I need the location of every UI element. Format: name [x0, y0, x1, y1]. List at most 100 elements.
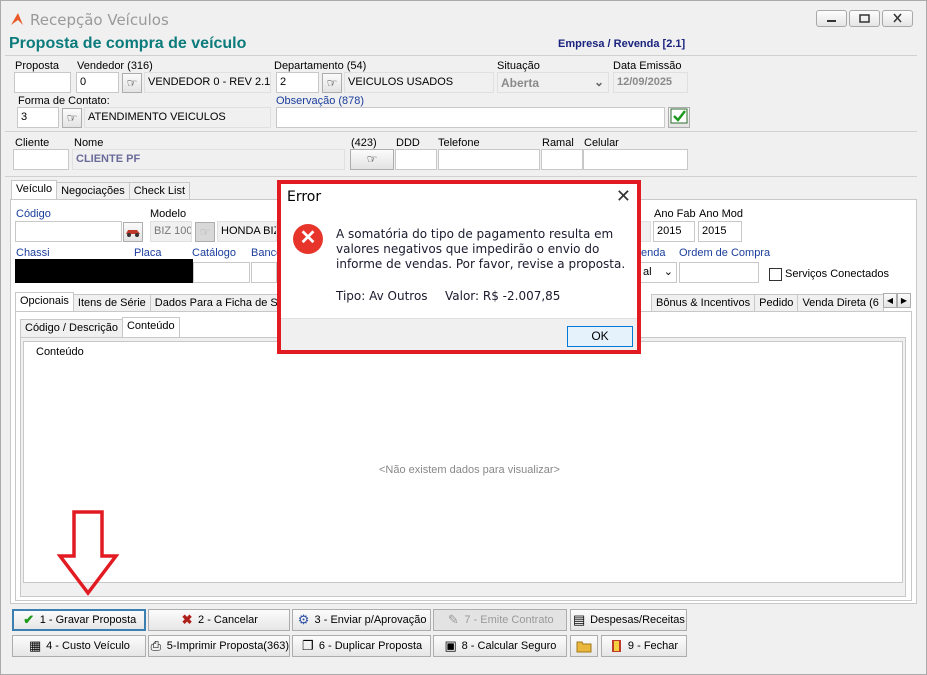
- cliente-search-button[interactable]: ☞: [350, 149, 394, 170]
- pointing-hand-icon: ☞: [199, 225, 211, 239]
- vendedor-search-button[interactable]: ☞: [122, 73, 142, 93]
- ano-fab-input[interactable]: 2015: [653, 221, 695, 242]
- car-search-button[interactable]: [123, 222, 143, 242]
- ano-mod-input[interactable]: 2015: [698, 221, 742, 242]
- car-icon: [126, 230, 140, 237]
- situacao-select[interactable]: Aberta ⌄: [497, 72, 609, 93]
- data-emissao-field: 12/09/2025: [613, 72, 688, 93]
- emite-contrato-label: 7 - Emite Contrato: [464, 614, 554, 626]
- tab-conteudo[interactable]: Conteúdo: [121, 317, 180, 337]
- ramal-input[interactable]: [541, 149, 583, 170]
- departamento-code-input[interactable]: 2: [276, 72, 319, 93]
- title-bar: Recepção Veículos: [1, 1, 926, 35]
- modelo-label: Modelo: [150, 208, 187, 220]
- data-emissao-label: Data Emissão: [613, 60, 682, 72]
- tab-scroll-left-button[interactable]: ◀: [883, 293, 897, 308]
- ddd-input[interactable]: [395, 149, 437, 170]
- chassi-label: Chassi: [16, 247, 50, 259]
- pointing-hand-icon: ☞: [66, 111, 78, 125]
- celular-label: Celular: [584, 137, 619, 149]
- modelo-name-field: HONDA BIZ: [217, 221, 277, 242]
- window-title: Recepção Veículos: [30, 11, 169, 29]
- calcular-seguro-button[interactable]: ▣ 8 - Calcular Seguro: [433, 635, 567, 657]
- emite-contrato-button[interactable]: ✎ 7 - Emite Contrato: [433, 609, 567, 631]
- dialog-footer: OK: [281, 318, 637, 350]
- confirm-observacao-button[interactable]: [668, 107, 690, 128]
- tab-dados-ficha[interactable]: Dados Para a Ficha de Se: [149, 294, 289, 312]
- ok-button[interactable]: OK: [567, 326, 633, 347]
- error-icon: ✕: [293, 224, 323, 254]
- catalogo-input[interactable]: [193, 262, 250, 283]
- forma-contato-code-input[interactable]: 3: [17, 107, 59, 128]
- telefone-input[interactable]: [438, 149, 540, 170]
- main-tabs: Veículo Negociações Check List: [11, 180, 191, 200]
- tab-veiculo[interactable]: Veículo: [11, 180, 58, 200]
- cancelar-label: 2 - Cancelar: [198, 614, 258, 626]
- divider: [5, 131, 917, 132]
- tab-itens-serie[interactable]: Itens de Série: [72, 294, 151, 312]
- despesas-receitas-button[interactable]: ▤ Despesas/Receitas: [570, 609, 687, 631]
- celular-input[interactable]: [583, 149, 688, 170]
- imprimir-proposta-label: 5-Imprimir Proposta(363): [166, 640, 289, 652]
- tab-negociacoes[interactable]: Negociações: [56, 182, 130, 200]
- ano-mod-label: Ano Mod: [699, 208, 744, 220]
- ddd-label: DDD: [396, 137, 420, 149]
- proposta-input[interactable]: [14, 72, 71, 93]
- pointing-hand-icon: ☞: [126, 76, 138, 90]
- nome-label: Nome: [74, 137, 104, 149]
- duplicar-proposta-button[interactable]: ❐ 6 - Duplicar Proposta: [292, 635, 431, 657]
- restore-icon: [859, 14, 870, 23]
- minimize-icon: [827, 20, 836, 22]
- dialog-body: ✕ A somatória do tipo de pagamento resul…: [281, 210, 637, 318]
- open-folder-button[interactable]: [570, 635, 598, 657]
- modelo-search-button[interactable]: ☞: [195, 222, 215, 242]
- exit-icon: [610, 639, 624, 653]
- contract-icon: ✎: [447, 612, 459, 627]
- sub-tabs-left: Opcionais Itens de Série Dados Para a Fi…: [15, 292, 289, 312]
- dialog-close-button[interactable]: ✕: [616, 186, 631, 207]
- ano-fab-label: Ano Fab: [654, 208, 696, 220]
- tab-scroll-right-button[interactable]: ▶: [897, 293, 911, 308]
- tab-check-list[interactable]: Check List: [128, 182, 191, 200]
- sub-tabs-right: Bônus & Incentivos Pedido Venda Direta (…: [651, 294, 884, 312]
- cliente-input[interactable]: [13, 149, 69, 170]
- enviar-aprovacao-button[interactable]: ⚙ 3 - Enviar p/Aprovação: [292, 609, 431, 631]
- app-logo-icon: [11, 13, 23, 25]
- servicos-conectados-checkbox[interactable]: [769, 268, 782, 281]
- divider: [5, 55, 917, 56]
- observacao-label: Observação (878): [276, 95, 365, 107]
- banco-input[interactable]: [251, 262, 277, 283]
- situacao-value: Aberta: [501, 76, 540, 90]
- ordem-compra-input[interactable]: [679, 262, 759, 283]
- tab-pedido[interactable]: Pedido: [754, 294, 799, 312]
- tab-bonus-incentivos[interactable]: Bônus & Incentivos: [651, 294, 756, 312]
- despesas-receitas-label: Despesas/Receitas: [590, 614, 685, 626]
- conteudo-grid[interactable]: Conteúdo <Não existem dados para visuali…: [23, 341, 903, 583]
- imprimir-proposta-button[interactable]: ⎙ 5-Imprimir Proposta(363): [148, 635, 290, 657]
- custo-veiculo-button[interactable]: ▦ 4 - Custo Veículo: [12, 635, 146, 657]
- codigo-input[interactable]: [15, 221, 122, 242]
- gravar-proposta-button[interactable]: ✔ 1 - Gravar Proposta: [12, 609, 146, 631]
- calculator-icon: ▦: [28, 638, 42, 653]
- cliente-label: Cliente: [15, 137, 50, 149]
- vendedor-name-field: VENDEDOR 0 - REV 2.1: [144, 72, 271, 93]
- maximize-button[interactable]: [849, 10, 880, 27]
- error-dialog: Error ✕ ✕ A somatória do tipo de pagamen…: [277, 180, 641, 354]
- cancelar-button[interactable]: ✖ 2 - Cancelar: [148, 609, 290, 631]
- close-window-button[interactable]: [882, 10, 913, 27]
- forma-contato-search-button[interactable]: ☞: [62, 108, 82, 128]
- main-window: Recepção Veículos Proposta de compra de …: [0, 0, 927, 675]
- minimize-button[interactable]: [816, 10, 847, 27]
- observacao-input[interactable]: [276, 107, 665, 128]
- placa-label: Placa: [134, 247, 162, 259]
- tab-opcionais[interactable]: Opcionais: [15, 292, 74, 312]
- tab-codigo-descricao[interactable]: Código / Descrição: [20, 319, 123, 337]
- venda-select[interactable]: al ⌄: [639, 262, 677, 283]
- tab-venda-direta[interactable]: Venda Direta (6: [797, 294, 884, 312]
- empresa-revenda-link[interactable]: Empresa / Revenda [2.1]: [558, 38, 685, 50]
- fechar-button[interactable]: 9 - Fechar: [601, 635, 687, 657]
- calcular-seguro-label: 8 - Calcular Seguro: [461, 640, 557, 652]
- vendedor-code-input[interactable]: 0: [76, 72, 119, 93]
- departamento-search-button[interactable]: ☞: [322, 73, 342, 93]
- print-icon: ⎙: [150, 638, 162, 653]
